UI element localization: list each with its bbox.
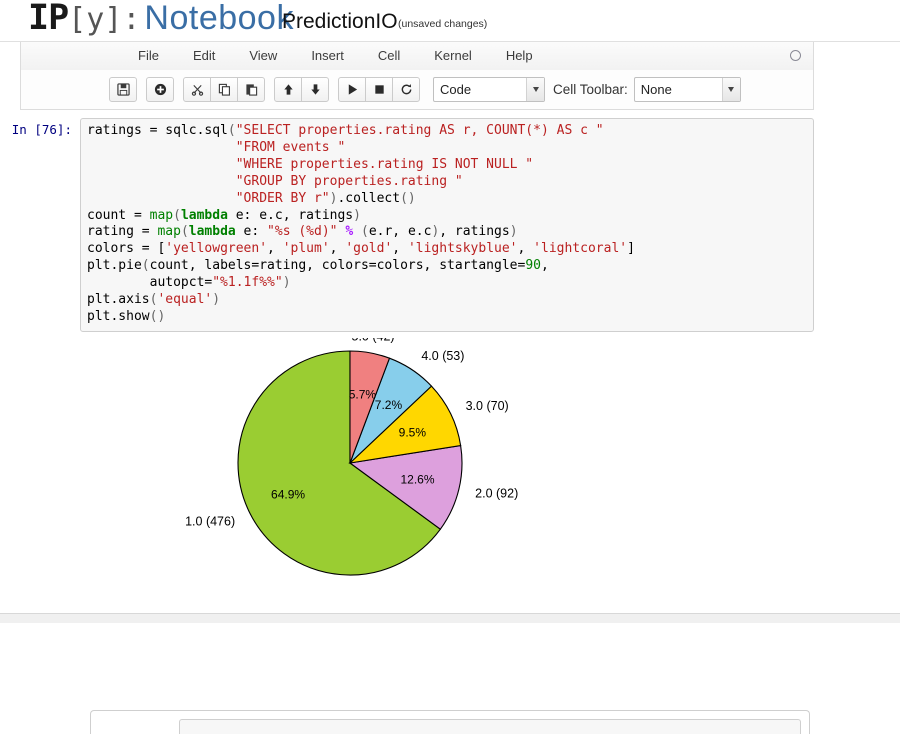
menu-item-kernel[interactable]: Kernel <box>417 42 489 70</box>
pie-percent-label: 5.7% <box>349 388 377 402</box>
insert-group <box>146 77 174 102</box>
cut-cell-button[interactable] <box>183 77 211 102</box>
cell-input-area: ratings = sqlc.sql("SELECT properties.ra… <box>80 118 814 332</box>
toolbar-container: Code Cell Toolbar: None <box>0 70 900 110</box>
chevron-down-icon <box>722 78 740 101</box>
scissors-icon <box>191 83 204 96</box>
paste-icon <box>245 83 258 96</box>
move-cell-down-button[interactable] <box>301 77 329 102</box>
menu-item-insert[interactable]: Insert <box>294 42 361 70</box>
restart-circular-arrow-icon <box>400 83 413 96</box>
arrow-down-icon <box>309 83 322 96</box>
copy-cell-button[interactable] <box>210 77 238 102</box>
logo-notebook-text: Notebook <box>144 0 294 37</box>
pie-percent-label: 12.6% <box>400 472 434 486</box>
pie-chart-svg: 64.9% 1.0 (476) 12.6% 2.0 (92) 9.5% 3.0 (70) 7… <box>160 338 720 588</box>
logo-y-text: y <box>86 2 104 37</box>
save-status-text: (unsaved changes) <box>398 18 487 30</box>
menu-items: File Edit View Insert Cell Kernel Help <box>121 42 550 70</box>
save-group <box>109 77 137 102</box>
ipython-logo[interactable]: IP[y]:Notebook <box>28 0 294 38</box>
menubar-container: File Edit View Insert Cell Kernel Help <box>0 42 900 70</box>
restart-kernel-button[interactable] <box>392 77 420 102</box>
floppy-disk-icon <box>117 83 130 96</box>
kernel-idle-circle-icon <box>790 50 801 61</box>
menu-item-cell[interactable]: Cell <box>361 42 417 70</box>
pie-category-label: 2.0 (92) <box>475 486 518 500</box>
plus-circle-icon <box>154 83 167 96</box>
chevron-down-icon <box>526 78 544 101</box>
menu-item-help[interactable]: Help <box>489 42 550 70</box>
menu-item-file[interactable]: File <box>121 42 176 70</box>
copy-icon <box>218 83 231 96</box>
code-editor[interactable]: ratings = sqlc.sql("SELECT properties.ra… <box>80 118 814 332</box>
page-bottom-strip <box>0 613 900 623</box>
cell-toolbar-select-wrap: None <box>634 77 741 102</box>
cell-type-value: Code <box>434 82 526 97</box>
run-group <box>338 77 420 102</box>
next-code-editor[interactable] <box>179 719 801 734</box>
pie-category-label: 4.0 (53) <box>421 349 464 363</box>
play-icon <box>346 83 359 96</box>
notebook-header: IP[y]:Notebook PredictionIO (unsaved cha… <box>0 0 900 42</box>
next-code-cell[interactable] <box>90 710 810 734</box>
pie-category-label: 1.0 (476) <box>185 514 235 528</box>
pie-category-label: 3.0 (70) <box>466 399 509 413</box>
logo-ip-text: IP <box>28 0 68 38</box>
logo-bracket-open: [ <box>68 2 86 37</box>
pie-chart-figure: 64.9% 1.0 (476) 12.6% 2.0 (92) 9.5% 3.0 (70) 7… <box>160 338 720 588</box>
stop-square-icon <box>373 83 386 96</box>
input-prompt: In [76]: <box>0 118 80 332</box>
logo-bracket-close: ]: <box>104 2 140 37</box>
pie-category-label: 5.0 (42) <box>352 338 395 343</box>
clipboard-group <box>183 77 265 102</box>
menu-item-edit[interactable]: Edit <box>176 42 232 70</box>
cell-toolbar-value: None <box>635 82 722 97</box>
code-cell: In [76]: ratings = sqlc.sql("SELECT prop… <box>0 110 900 332</box>
arrow-up-icon <box>282 83 295 96</box>
notebook-body: In [76]: ratings = sqlc.sql("SELECT prop… <box>0 110 900 613</box>
interrupt-kernel-button[interactable] <box>365 77 393 102</box>
menubar: File Edit View Insert Cell Kernel Help <box>20 42 814 70</box>
move-cell-up-button[interactable] <box>274 77 302 102</box>
cell-toolbar-label: Cell Toolbar: <box>553 82 628 97</box>
run-cell-button[interactable] <box>338 77 366 102</box>
pie-percent-label: 9.5% <box>399 425 427 439</box>
cell-toolbar-select[interactable]: None <box>634 77 741 102</box>
cell-type-select[interactable]: Code <box>433 77 545 102</box>
notebook-name[interactable]: PredictionIO <box>282 10 398 34</box>
menu-item-view[interactable]: View <box>232 42 294 70</box>
move-group <box>274 77 329 102</box>
insert-cell-below-button[interactable] <box>146 77 174 102</box>
notebook-toolbar: Code Cell Toolbar: None <box>20 70 814 110</box>
pie-percent-label: 64.9% <box>271 487 305 501</box>
cell-type-select-wrap: Code <box>433 77 545 102</box>
paste-cell-button[interactable] <box>237 77 265 102</box>
cell-output-area: 64.9% 1.0 (476) 12.6% 2.0 (92) 9.5% 3.0 (70) 7… <box>0 338 900 588</box>
save-button[interactable] <box>109 77 137 102</box>
pie-percent-label: 7.2% <box>375 398 403 412</box>
